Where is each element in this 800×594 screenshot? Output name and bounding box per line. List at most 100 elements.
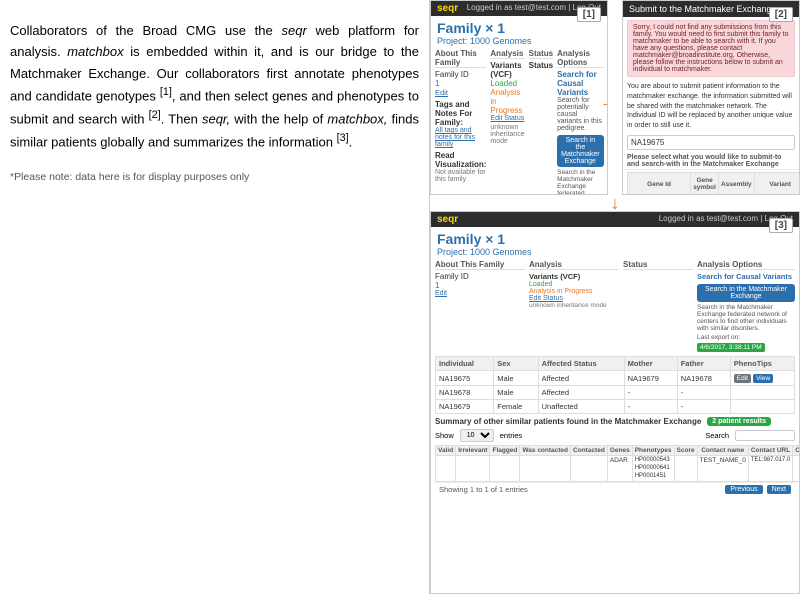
b3-table-row: NA19678 Male Affected - - bbox=[436, 386, 795, 400]
block3-individuals-table: Individual Sex Affected Status Mother Fa… bbox=[435, 356, 795, 414]
col-valid: Valid bbox=[436, 446, 456, 456]
block3-matchmaker-desc: Search in the Matchmaker Exchange federa… bbox=[697, 304, 795, 332]
gene-table: Gene Id Gene symbol Assembly Variant Zyg… bbox=[627, 172, 800, 195]
first-word: first bbox=[267, 66, 288, 81]
block3-last-export: Last export on: 4/6/2017, 3:38:11 PM bbox=[697, 334, 795, 352]
results-table: Valid Irrelevant Flagged Was contacted C… bbox=[435, 445, 800, 482]
results-search-input[interactable] bbox=[735, 430, 795, 441]
arrow-right-1: → bbox=[599, 88, 608, 114]
matchbox-em-1: matchbox bbox=[67, 44, 123, 59]
block3-status-col: Status bbox=[623, 260, 693, 352]
b3-col-phenotips: PhenoTips bbox=[730, 357, 794, 371]
b3-col-sex: Sex bbox=[494, 357, 538, 371]
status-col: Status Status bbox=[529, 49, 553, 195]
matchbox-em-2: matchbox, bbox=[327, 111, 387, 126]
project-line: Project: 1000 Genomes bbox=[431, 36, 607, 49]
family-id-value: 1 bbox=[435, 79, 486, 88]
block3-search-causal: Search for Causal Variants bbox=[697, 272, 795, 281]
inheritance-label: unknown inheritance mode bbox=[490, 124, 524, 145]
ref-2: [2] bbox=[149, 109, 161, 121]
col-flagged: Flagged bbox=[490, 446, 520, 456]
block3-about-col: About This Family Family ID 1 Edit bbox=[435, 260, 525, 352]
read-viz-value: Not available for this family bbox=[435, 169, 486, 183]
seqr-em-2: seqr, bbox=[202, 111, 230, 126]
content-columns: About This Family Family ID 1 Edit Tags … bbox=[431, 49, 607, 195]
results-controls: Show 10 25 50 entries Search bbox=[435, 429, 795, 442]
ref-3: [3] bbox=[337, 132, 349, 144]
loaded-status: Loaded bbox=[490, 79, 524, 88]
results-section: Summary of other similar patients found … bbox=[431, 414, 799, 499]
b3-edit-btn[interactable]: Edit bbox=[734, 374, 751, 383]
col-irrelevant: Irrelevant bbox=[456, 446, 490, 456]
analysis-progress: Analysis in Progress bbox=[490, 88, 524, 115]
b3-table-row: NA19675 Male Affected NA19679 NA19678 Ed… bbox=[436, 371, 795, 386]
prev-btn[interactable]: Previous bbox=[725, 485, 762, 494]
variant-header: Variant bbox=[754, 172, 800, 195]
col-phenotypes: Phenotypes bbox=[632, 446, 674, 456]
search-causal: Search for Causal Variants bbox=[557, 70, 604, 97]
b3-col-individual: Individual bbox=[436, 357, 494, 371]
block3-analysis-header: Analysis bbox=[529, 260, 619, 270]
b3-view-btn[interactable]: View bbox=[753, 374, 773, 383]
block3-options-col: Analysis Options Search for Causal Varia… bbox=[697, 260, 795, 352]
col-comments: Comments bbox=[793, 446, 800, 456]
right-section: [1] seqr Logged in as test@test.com | Lo… bbox=[430, 0, 800, 594]
matchmaker-desc: Search in the Matchmaker Exchange federa… bbox=[557, 169, 604, 195]
block1-screenshot: [1] seqr Logged in as test@test.com | Lo… bbox=[430, 0, 608, 195]
next-btn[interactable]: Next bbox=[767, 485, 791, 494]
seqr-logo-3: seqr bbox=[437, 214, 458, 225]
search-desc: Search for potentially causal variants i… bbox=[557, 97, 604, 132]
status-label: Status bbox=[529, 61, 553, 70]
analysis-header: Analysis bbox=[490, 49, 524, 59]
matchmaker-btn[interactable]: Search in the Matchmaker Exchange bbox=[557, 135, 604, 167]
pagination-area: Showing 1 to 1 of 1 entries Previous Nex… bbox=[435, 482, 795, 496]
block3-analysis-col: Analysis Variants (VCF) Loaded Analysis … bbox=[529, 260, 619, 352]
page-buttons: Previous Next bbox=[725, 485, 791, 494]
block3-progress: Analysis in Progress bbox=[529, 288, 619, 295]
b3-col-status: Affected Status bbox=[538, 357, 624, 371]
block3-fid-value: 1 bbox=[435, 281, 525, 290]
patient-id-input[interactable] bbox=[627, 135, 795, 150]
edit-status-link[interactable]: Edit Status bbox=[490, 115, 524, 122]
col-was-contacted: Was contacted bbox=[520, 446, 571, 456]
top-row: [1] seqr Logged in as test@test.com | Lo… bbox=[430, 0, 800, 195]
block3-variants: Variants (VCF) bbox=[529, 272, 619, 281]
mme-section-title: Please select what you would like to sub… bbox=[623, 152, 799, 170]
col-contact-url: Contact URL bbox=[748, 446, 792, 456]
left-panel: Collaborators of the Broad CMG use the s… bbox=[0, 0, 430, 594]
status-header: Status bbox=[529, 49, 553, 59]
read-viz-label: Read Visualization: bbox=[435, 151, 486, 169]
block3-matchmaker-btn[interactable]: Search in the Matchmaker Exchange bbox=[697, 284, 795, 302]
b3-col-mother: Mother bbox=[624, 357, 677, 371]
edit-link[interactable]: Edit bbox=[435, 88, 486, 97]
block3-header: seqr Logged in as test@test.com | Log Ou… bbox=[431, 212, 799, 227]
ref-1: [1] bbox=[160, 86, 172, 98]
block3-options-header: Analysis Options bbox=[697, 260, 795, 270]
block3-top: Family × 1 Project: 1000 Genomes About T… bbox=[431, 227, 799, 414]
block3-screenshot: [3] seqr Logged in as test@test.com | Lo… bbox=[430, 211, 800, 594]
block3-inheritance: unknown inheritance mode bbox=[529, 302, 619, 309]
disclaimer-note: *Please note: data here is for display p… bbox=[10, 171, 419, 183]
block1-label: [1] bbox=[577, 7, 601, 22]
options-col: Analysis Options Search for Causal Varia… bbox=[557, 49, 604, 195]
gene-id-header: Gene Id bbox=[628, 172, 691, 195]
block3-status-header: Status bbox=[623, 260, 693, 270]
show-select[interactable]: 10 25 50 bbox=[460, 429, 494, 442]
col-genes: Genes bbox=[607, 446, 632, 456]
col-score: Score bbox=[674, 446, 697, 456]
block3-edit[interactable]: Edit bbox=[435, 290, 525, 297]
alert-danger: Sorry, I could not find any submissions … bbox=[627, 20, 795, 77]
tags-link[interactable]: All tags and notes for this family bbox=[435, 127, 486, 148]
block3-family-id: Family ID bbox=[435, 272, 525, 281]
results-table-row: ADAR HP00000543HP00000641HP0001451 TEST_… bbox=[436, 456, 800, 482]
entries-label: entries bbox=[500, 431, 523, 440]
gene-symbol-header: Gene symbol bbox=[691, 172, 719, 195]
seqr-em: seqr bbox=[281, 23, 306, 38]
block3-edit-status[interactable]: Edit Status bbox=[529, 295, 619, 302]
analysis-col: Analysis Variants (VCF) Loaded Analysis … bbox=[490, 49, 524, 195]
block3-about-header: About This Family bbox=[435, 260, 525, 270]
block2-screenshot: [2] Submit to the Matchmaker Exchange So… bbox=[622, 0, 800, 195]
main-text: Collaborators of the Broad CMG use the s… bbox=[10, 20, 419, 153]
results-badge: 2 patient results bbox=[707, 417, 771, 426]
b3-col-father: Father bbox=[677, 357, 730, 371]
